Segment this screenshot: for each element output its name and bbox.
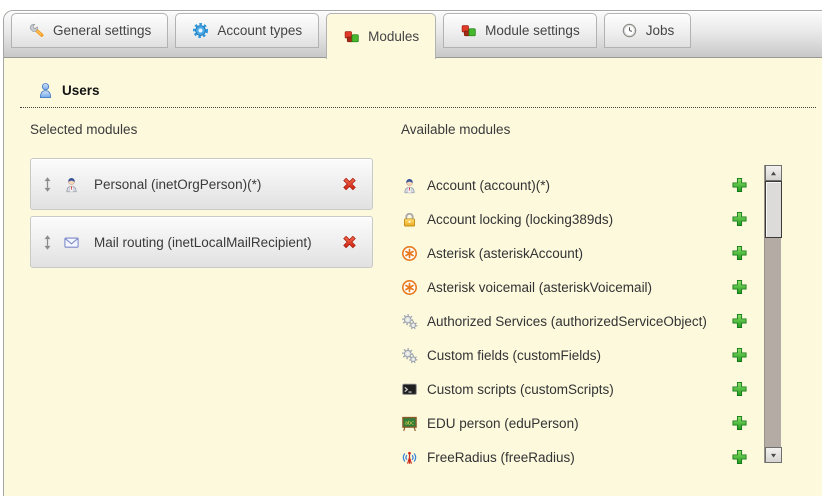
tab-label: Module settings (485, 23, 580, 38)
tab-general-settings[interactable]: General settings (11, 13, 168, 48)
tab-account-types[interactable]: Account types (175, 13, 319, 48)
available-module-label: Asterisk voicemail (asteriskVoicemail) (427, 280, 652, 295)
available-module-row: FreeRadius (freeRadius) (401, 440, 766, 474)
tab-label: General settings (53, 23, 151, 38)
available-module-label: EDU person (eduPerson) (427, 416, 579, 431)
remove-module-button[interactable] (341, 176, 358, 193)
users-section-title: Users (62, 83, 100, 98)
clock-icon (621, 22, 638, 39)
available-module-row: Asterisk (asteriskAccount) (401, 236, 766, 270)
available-modules-heading: Available modules (401, 122, 510, 137)
available-module-row: Custom fields (customFields) (401, 338, 766, 372)
add-module-button[interactable] (731, 347, 748, 364)
asterisk-icon (401, 245, 418, 262)
modules-icon (460, 22, 477, 39)
add-module-button[interactable] (731, 177, 748, 194)
scroll-up-button[interactable] (765, 165, 782, 181)
tab-label: Account types (217, 23, 302, 38)
add-module-button[interactable] (731, 245, 748, 262)
users-icon (37, 82, 54, 99)
modules-icon (343, 28, 360, 45)
tab-label: Modules (368, 29, 419, 44)
edu-icon: abc (401, 415, 418, 432)
selected-modules-heading: Selected modules (30, 122, 137, 137)
scrollbar-thumb[interactable] (765, 181, 782, 238)
tab-modules[interactable]: Modules (326, 13, 436, 59)
wrench-icon (28, 22, 45, 39)
scroll-up-icon (769, 169, 778, 178)
selected-module-row: Mail routing (inetLocalMailRecipient) (30, 216, 373, 268)
available-module-row: Authorized Services (authorizedServiceOb… (401, 304, 766, 338)
remove-module-button[interactable] (341, 234, 358, 251)
radius-icon (401, 449, 418, 466)
tab-module-settings[interactable]: Module settings (443, 13, 597, 48)
available-module-label: Custom fields (customFields) (427, 348, 601, 363)
add-module-button[interactable] (731, 211, 748, 228)
available-module-label: Account locking (locking389ds) (427, 212, 613, 227)
svg-text:abc: abc (405, 420, 414, 426)
services-icon (401, 313, 418, 330)
tab-label: Jobs (646, 23, 675, 38)
available-module-label: Asterisk (asteriskAccount) (427, 246, 583, 261)
available-module-row: Account (account)(*) (401, 168, 766, 202)
person-icon (401, 177, 418, 194)
add-module-button[interactable] (731, 313, 748, 330)
tab-bar: General settings Account types Modules M… (4, 11, 822, 58)
add-module-button[interactable] (731, 279, 748, 296)
terminal-icon (401, 381, 418, 398)
selected-modules-list: Personal (inetOrgPerson)(*) Mail routing… (30, 158, 373, 274)
selected-module-label: Mail routing (inetLocalMailRecipient) (94, 235, 312, 250)
add-module-button[interactable] (731, 415, 748, 432)
asterisk-icon (401, 279, 418, 296)
add-module-button[interactable] (731, 449, 748, 466)
available-module-label: Account (account)(*) (427, 178, 550, 193)
modules-tab-content: Users Selected modules Available modules… (4, 58, 822, 496)
tab-jobs[interactable]: Jobs (604, 13, 692, 48)
lock-icon (401, 211, 418, 228)
mail-icon (63, 234, 80, 251)
available-module-label: Authorized Services (authorizedServiceOb… (427, 314, 707, 329)
gear-blue-icon (192, 22, 209, 39)
available-module-row: Custom scripts (customScripts) (401, 372, 766, 406)
users-section-heading: Users (20, 82, 816, 108)
available-module-row: Account locking (locking389ds) (401, 202, 766, 236)
selected-module-label: Personal (inetOrgPerson)(*) (94, 177, 261, 192)
available-module-row: Asterisk voicemail (asteriskVoicemail) (401, 270, 766, 304)
drag-handle-icon[interactable] (39, 176, 56, 193)
available-module-label: Custom scripts (customScripts) (427, 382, 614, 397)
person-icon (63, 176, 80, 193)
available-modules-list: Account (account)(*) Account locking (lo… (401, 168, 766, 474)
scroll-down-button[interactable] (765, 447, 782, 463)
services-icon (401, 347, 418, 364)
scroll-down-icon (769, 451, 778, 460)
drag-handle-icon[interactable] (39, 234, 56, 251)
available-modules-scrollbar[interactable] (764, 165, 781, 463)
selected-module-row: Personal (inetOrgPerson)(*) (30, 158, 373, 210)
configuration-window: General settings Account types Modules M… (3, 10, 822, 496)
available-module-row: abc EDU person (eduPerson) (401, 406, 766, 440)
add-module-button[interactable] (731, 381, 748, 398)
available-module-label: FreeRadius (freeRadius) (427, 450, 575, 465)
